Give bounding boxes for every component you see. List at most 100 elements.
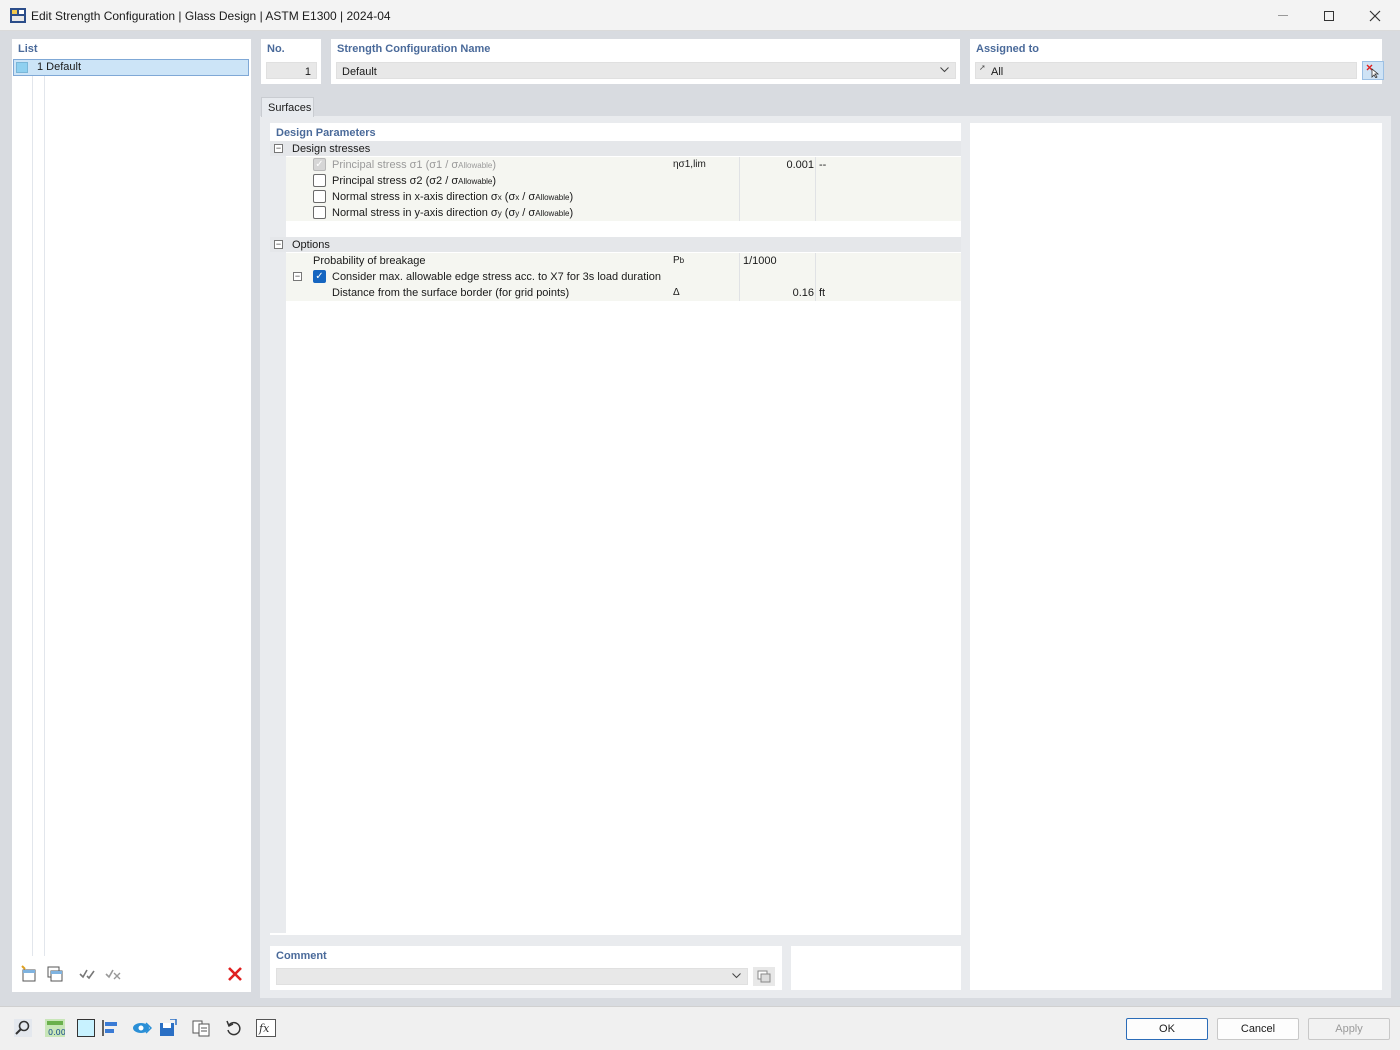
color-swatch-icon: [77, 1019, 95, 1037]
search-icon: [14, 1019, 32, 1037]
probability-label: Probability of breakage: [313, 255, 426, 267]
normal-stress-y-row: Normal stress in y-axis direction σy (σy…: [286, 205, 961, 221]
column-divider: [739, 285, 740, 301]
delete-item-button[interactable]: [224, 964, 246, 984]
collapse-icon[interactable]: −: [293, 272, 302, 281]
assigned-field[interactable]: ➚ All: [975, 62, 1357, 79]
display-properties-button[interactable]: [99, 1017, 121, 1039]
comment-label: Comment: [276, 950, 327, 962]
arrow-icon: ➚: [979, 63, 986, 72]
principal-stress-1-value[interactable]: 0.001: [741, 159, 814, 171]
close-icon: [1369, 10, 1381, 21]
distance-symbol: Δ: [673, 287, 680, 298]
dialog-body: List 1 Default No. 1 Strength Configurat…: [2, 31, 1398, 1035]
preview-panel: [970, 123, 1382, 990]
assigned-value: All: [991, 66, 1004, 78]
pick-cursor-icon: [1366, 64, 1380, 78]
reset-button[interactable]: [223, 1017, 245, 1039]
normal-stress-y-checkbox[interactable]: [313, 206, 326, 219]
collapse-icon[interactable]: −: [274, 144, 283, 153]
new-item-button[interactable]: [18, 964, 40, 984]
principal-stress-1-symbol: ησ1,lim: [673, 159, 706, 170]
close-button[interactable]: [1352, 0, 1398, 31]
column-divider: [815, 157, 816, 173]
assigned-panel: Assigned to ➚ All: [970, 39, 1384, 84]
title-bar: Edit Strength Configuration | Glass Desi…: [0, 0, 1400, 31]
formula-icon: fx: [256, 1019, 276, 1037]
chevron-down-icon: [732, 973, 741, 979]
select-objects-button[interactable]: [1362, 61, 1384, 80]
check-all-button[interactable]: [76, 964, 98, 984]
normal-stress-x-row: Normal stress in x-axis direction σx (σx…: [286, 189, 961, 205]
comment-side-panel: [791, 946, 961, 990]
comment-panel: Comment: [270, 946, 782, 990]
tree-guide-line: [32, 76, 33, 956]
new-item-icon: [21, 965, 36, 982]
distance-value[interactable]: 0.16: [741, 287, 814, 299]
normal-stress-x-label: Normal stress in x-axis direction σx (σx…: [332, 191, 574, 203]
principal-stress-1-label: Principal stress σ1 (σ1 / σAllowable): [332, 159, 497, 171]
undo-icon: [226, 1020, 241, 1036]
maximize-icon: [1324, 10, 1334, 21]
number-label: No.: [267, 43, 285, 55]
options-group[interactable]: − Options: [270, 237, 961, 252]
ok-button[interactable]: OK: [1126, 1018, 1208, 1040]
color-button[interactable]: [75, 1017, 97, 1039]
tree-guide-line: [44, 76, 45, 956]
maximize-button[interactable]: [1306, 0, 1352, 31]
normal-stress-x-checkbox[interactable]: [313, 190, 326, 203]
principal-stress-1-checkbox[interactable]: ✓: [313, 158, 326, 171]
eye-icon: [133, 1022, 152, 1034]
check-all-icon: [79, 969, 95, 980]
view-button[interactable]: [131, 1017, 153, 1039]
library-icon: [192, 1020, 210, 1037]
list-label: List: [18, 43, 38, 55]
svg-text:0.00: 0.00: [48, 1028, 65, 1037]
column-divider: [739, 157, 740, 173]
probability-value[interactable]: 1/1000: [743, 255, 777, 267]
decimal-places-icon: 0.00: [45, 1019, 65, 1037]
uncheck-all-button[interactable]: [102, 964, 124, 984]
delete-icon: [228, 967, 242, 981]
uncheck-all-icon: [105, 969, 121, 980]
app-icon: [10, 8, 26, 23]
probability-row: Probability of breakage Pb 1/1000: [286, 253, 961, 269]
tab-surfaces[interactable]: Surfaces: [261, 97, 314, 117]
collapse-icon[interactable]: −: [274, 240, 283, 249]
distance-row: Distance from the surface border (for gr…: [286, 285, 961, 301]
cancel-button[interactable]: Cancel: [1217, 1018, 1299, 1040]
edge-stress-label: Consider max. allowable edge stress acc.…: [332, 271, 661, 283]
column-divider: [815, 269, 816, 285]
column-divider: [815, 253, 816, 269]
formula-button[interactable]: fx: [255, 1017, 277, 1039]
edge-stress-checkbox[interactable]: ✓: [313, 270, 326, 283]
library-button[interactable]: [190, 1017, 212, 1039]
copy-icon: [757, 970, 771, 982]
minimize-button[interactable]: [1260, 0, 1306, 31]
design-parameters-panel: Design Parameters − Design stresses ✓ Pr…: [270, 123, 961, 935]
list-panel: List 1 Default: [12, 39, 251, 992]
principal-stress-2-checkbox[interactable]: [313, 174, 326, 187]
minimize-icon: [1278, 15, 1288, 16]
principal-stress-2-row: Principal stress σ2 (σ2 / σAllowable): [286, 173, 961, 189]
config-name-label: Strength Configuration Name: [337, 43, 491, 55]
search-button[interactable]: [12, 1017, 34, 1039]
list-item[interactable]: 1 Default: [13, 59, 249, 76]
number-panel: No. 1: [261, 39, 321, 84]
copy-item-icon: [47, 966, 63, 982]
comment-dropdown[interactable]: [276, 968, 748, 985]
config-name-dropdown[interactable]: Default: [336, 62, 956, 79]
copy-item-button[interactable]: [44, 964, 66, 984]
units-button[interactable]: 0.00: [44, 1017, 66, 1039]
list-item-color-swatch: [16, 62, 28, 73]
principal-stress-2-label: Principal stress σ2 (σ2 / σAllowable): [332, 175, 497, 187]
save-button[interactable]: [157, 1017, 179, 1039]
comment-library-button[interactable]: [753, 967, 775, 986]
number-field[interactable]: 1: [266, 62, 317, 79]
list-item-label: 1 Default: [37, 61, 82, 73]
column-divider: [739, 189, 740, 205]
apply-button[interactable]: Apply: [1308, 1018, 1390, 1040]
design-stresses-group[interactable]: − Design stresses: [270, 141, 961, 156]
window-title: Edit Strength Configuration | Glass Desi…: [31, 9, 391, 23]
column-divider: [815, 285, 816, 301]
